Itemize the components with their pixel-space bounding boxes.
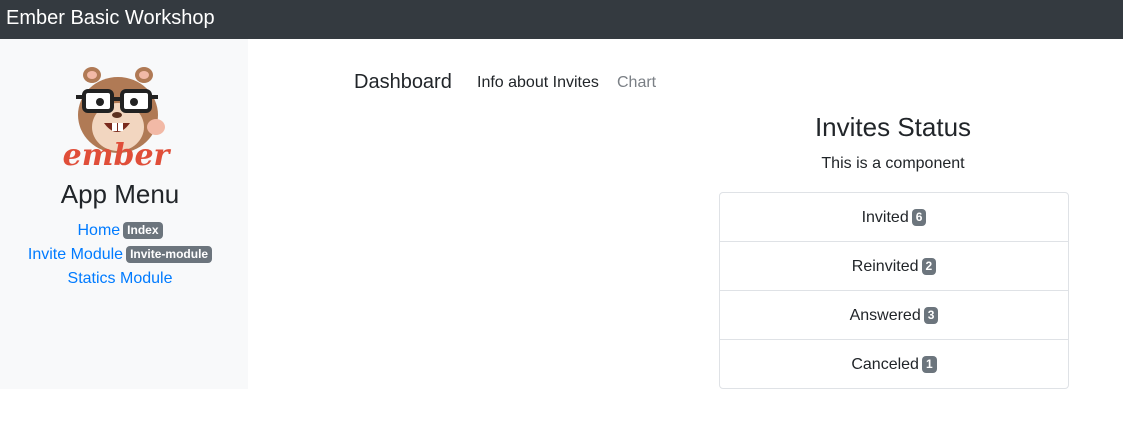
status-label: Canceled xyxy=(851,356,919,373)
sidebar-item-label[interactable]: Home xyxy=(77,222,120,239)
ember-logo: ember xyxy=(60,65,178,173)
count-badge: 3 xyxy=(923,307,939,324)
nav-dashboard[interactable]: Dashboard xyxy=(354,71,452,94)
app-menu-list: Home Index Invite Module Invite-module Sta… xyxy=(0,219,240,291)
status-label: Invited xyxy=(861,209,909,226)
status-label: Reinvited xyxy=(851,258,919,275)
app-menu-title: App Menu xyxy=(60,179,180,209)
sidebar-item-label[interactable]: Invite Module xyxy=(28,246,123,263)
count-badge: 2 xyxy=(921,258,937,275)
ember-wordmark: ember xyxy=(63,138,172,173)
sidebar-item-home[interactable]: Home Index xyxy=(0,219,240,243)
list-item: Invited 6 xyxy=(720,193,1068,242)
list-item: Reinvited 2 xyxy=(720,242,1068,291)
top-navbar: Ember Basic Workshop xyxy=(0,0,1123,39)
invites-status-title: Invites Status xyxy=(814,112,972,142)
sidebar-item-label[interactable]: Statics Module xyxy=(68,270,173,287)
sidebar: ember App Menu Home Index Invite Module In… xyxy=(0,39,248,389)
navbar-brand[interactable]: Ember Basic Workshop xyxy=(6,7,215,30)
nav-info-about-invites[interactable]: Info about Invites xyxy=(477,74,599,92)
status-label: Answered xyxy=(849,307,921,324)
sidebar-item-statics-module[interactable]: Statics Module xyxy=(0,267,240,291)
count-badge: 1 xyxy=(921,356,937,373)
list-item: Canceled 1 xyxy=(720,340,1068,389)
sidebar-item-invite-module[interactable]: Invite Module Invite-module xyxy=(0,243,240,267)
nav-chart[interactable]: Chart xyxy=(617,74,656,92)
count-badge: 6 xyxy=(911,209,927,226)
route-badge: Index xyxy=(123,222,163,239)
route-badge: Invite-module xyxy=(126,246,213,263)
invites-status-list: Invited 6 Reinvited 2 Answered 3 Canceled 1 xyxy=(719,192,1069,389)
component-subtitle: This is a component xyxy=(821,155,965,172)
list-item: Answered 3 xyxy=(720,291,1068,340)
